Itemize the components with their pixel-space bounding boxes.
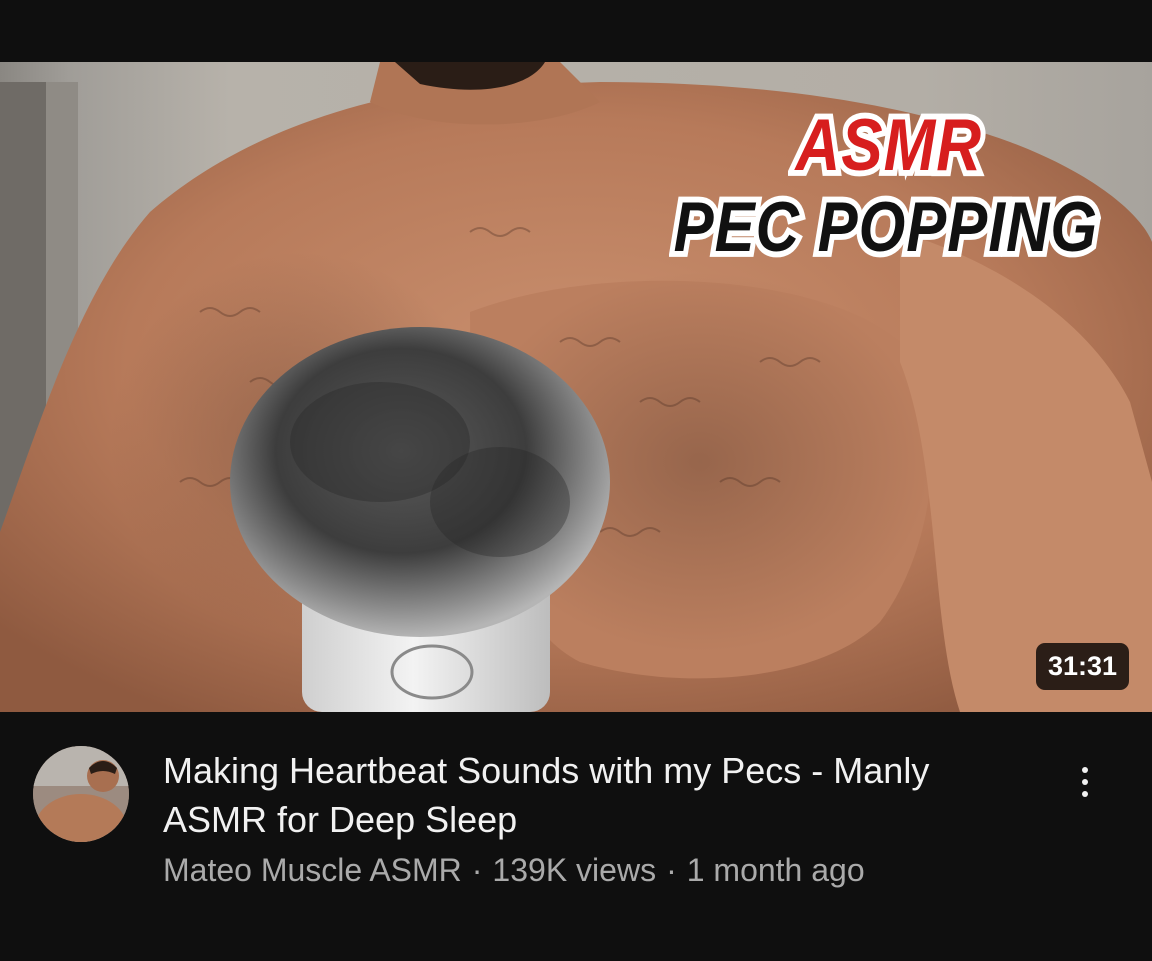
duration-badge: 31:31 xyxy=(1035,643,1129,690)
channel-name[interactable]: Mateo Muscle ASMR xyxy=(163,852,462,888)
thumbnail-title-line-1: ASMR xyxy=(790,99,986,192)
avatar-icon xyxy=(33,746,129,842)
more-vert-icon[interactable] xyxy=(1063,752,1107,812)
view-count: 139K views xyxy=(492,852,657,888)
thumbnail-title-line-2: PEC POPPING xyxy=(669,181,1102,272)
top-bar xyxy=(0,0,1152,62)
separator: · xyxy=(471,852,483,888)
video-thumbnail[interactable]: ASMR PEC POPPING 31:31 xyxy=(0,62,1152,712)
channel-avatar[interactable] xyxy=(33,746,129,842)
video-meta: Making Heartbeat Sounds with my Pecs - M… xyxy=(0,712,1152,961)
video-metadata-line: Mateo Muscle ASMR · 139K views · 1 month ago xyxy=(163,852,865,889)
separator: · xyxy=(666,852,677,888)
upload-age: 1 month ago xyxy=(686,852,865,888)
video-title[interactable]: Making Heartbeat Sounds with my Pecs - M… xyxy=(163,746,1003,844)
